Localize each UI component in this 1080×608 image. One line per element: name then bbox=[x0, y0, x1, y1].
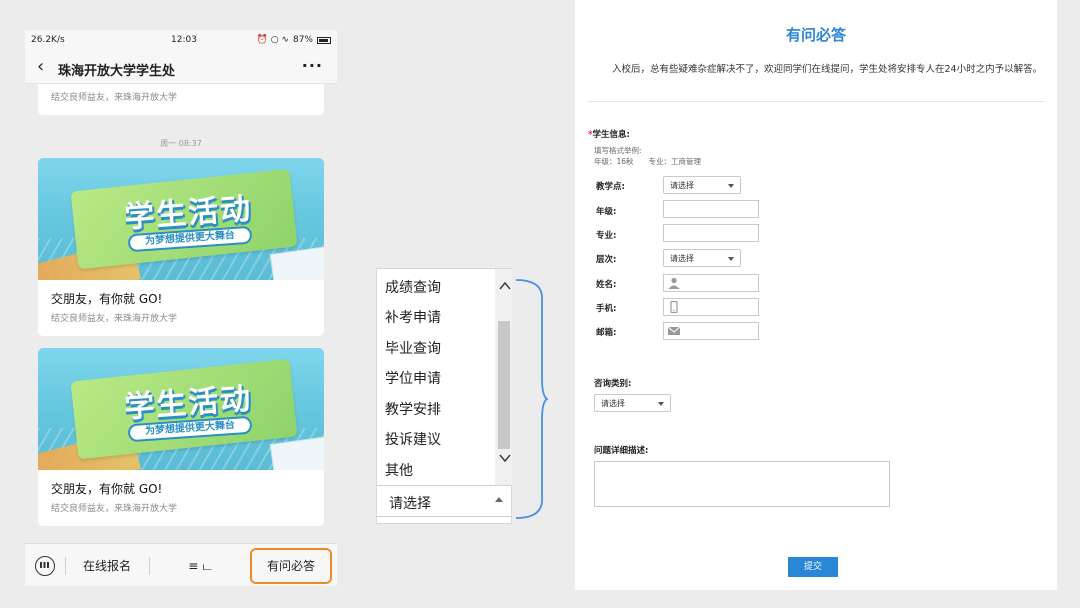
grade-input[interactable] bbox=[663, 200, 759, 218]
dropdown-option[interactable]: 其他 bbox=[385, 460, 413, 480]
category-label: 咨询类别: bbox=[594, 379, 632, 389]
bracket-connector bbox=[515, 279, 548, 519]
article-banner-image: 学生活动 为梦想提供更大舞台 bbox=[38, 348, 324, 470]
bottom-menu-bar: 在线报名 ≡ ட 有问必答 bbox=[25, 543, 337, 586]
format-hint: 填写格式举例: bbox=[594, 146, 642, 155]
dropdown-option[interactable]: 投诉建议 bbox=[385, 429, 441, 449]
status-time: 12:03 bbox=[171, 35, 197, 45]
name-label: 姓名: bbox=[596, 280, 617, 290]
campus-select[interactable]: 请选择 bbox=[663, 176, 741, 194]
category-select[interactable]: 请选择 bbox=[594, 394, 671, 412]
status-icons: ⏰ ○ ∿ bbox=[256, 35, 289, 45]
dropdown-selected-value: 请选择 bbox=[389, 496, 431, 512]
menu-list-icon[interactable]: ≡ ட bbox=[155, 554, 245, 578]
faq-form-panel: 有问必答 入校后，总有些疑难杂症解决不了，欢迎同学们在线提问，学生处将安排专人在… bbox=[575, 0, 1057, 590]
detail-textarea[interactable] bbox=[594, 461, 890, 507]
article-banner-image: 学生活动 为梦想提供更大舞台 bbox=[38, 158, 324, 280]
dropdown-option[interactable]: 成绩查询 bbox=[385, 277, 441, 297]
major-label: 专业: bbox=[596, 231, 617, 241]
detail-label: 问题详细描述: bbox=[594, 446, 649, 456]
message-timestamp: 周一 08:37 bbox=[160, 139, 202, 148]
battery-icon bbox=[317, 36, 331, 44]
divider bbox=[588, 101, 1045, 102]
dropdown-option[interactable]: 学位申请 bbox=[385, 368, 441, 388]
student-info-label: *学生信息: bbox=[588, 130, 630, 140]
article-title: 交朋友，有你就 GO! bbox=[51, 482, 163, 496]
menu-faq[interactable]: 有问必答 bbox=[250, 548, 332, 584]
grade-label: 年级: bbox=[596, 207, 617, 217]
mobile-icon bbox=[670, 301, 678, 313]
scroll-up-icon[interactable] bbox=[498, 279, 512, 293]
back-icon[interactable]: ‹ bbox=[37, 56, 44, 77]
article-card[interactable]: 学生活动 为梦想提供更大舞台 交朋友，有你就 GO! 结交良师益友，来珠海开放大… bbox=[38, 158, 324, 336]
article-title: 交朋友，有你就 GO! bbox=[51, 292, 163, 306]
email-label: 邮箱: bbox=[596, 328, 617, 338]
phone-input[interactable] bbox=[663, 298, 759, 316]
dropdown-scrollbar[interactable] bbox=[495, 269, 512, 485]
article-subtitle: 结交良师益友，来珠海开放大学 bbox=[51, 314, 178, 324]
article-subtitle: 结交良师益友，来珠海开放大学 bbox=[51, 504, 178, 514]
dropdown-option[interactable]: 毕业查询 bbox=[385, 338, 441, 358]
caret-down-icon bbox=[658, 402, 664, 406]
user-icon bbox=[668, 277, 680, 289]
menu-online-signup[interactable]: 在线报名 bbox=[71, 554, 143, 578]
phone-screenshot: 26.2K/s 12:03 ⏰ ○ ∿ 87% ‹ 珠海开放大学学生处 ··· … bbox=[25, 30, 337, 586]
phone-label: 手机: bbox=[596, 304, 617, 314]
app-header: ‹ 珠海开放大学学生处 ··· bbox=[25, 52, 337, 84]
format-example: 年级：16秋 专业：工商管理 bbox=[594, 157, 702, 166]
campus-label: 教学点: bbox=[596, 182, 625, 192]
dropdown-option[interactable]: 补考申请 bbox=[385, 307, 441, 327]
caret-down-icon bbox=[728, 184, 734, 188]
more-icon[interactable]: ··· bbox=[302, 56, 323, 75]
caret-up-icon bbox=[495, 497, 503, 502]
status-bar: 26.2K/s 12:03 ⏰ ○ ∿ 87% bbox=[25, 30, 337, 52]
major-input[interactable] bbox=[663, 224, 759, 242]
email-input[interactable] bbox=[663, 322, 759, 340]
account-title: 珠海开放大学学生处 bbox=[58, 64, 176, 79]
scroll-down-icon[interactable] bbox=[498, 451, 512, 465]
article-card-partial[interactable]: 结交良师益友，来珠海开放大学 bbox=[38, 84, 324, 115]
caret-down-icon bbox=[728, 257, 734, 261]
scrollbar-thumb[interactable] bbox=[498, 321, 510, 449]
dropdown-select[interactable]: 请选择 bbox=[377, 485, 511, 517]
category-dropdown-list: 成绩查询 补考申请 毕业查询 学位申请 教学安排 投诉建议 其他 请选择 bbox=[376, 268, 512, 524]
keyboard-icon[interactable] bbox=[35, 556, 55, 576]
submit-button[interactable]: 提交 bbox=[788, 557, 838, 577]
dropdown-option[interactable]: 教学安排 bbox=[385, 399, 441, 419]
level-label: 层次: bbox=[596, 255, 617, 265]
article-subtitle: 结交良师益友，来珠海开放大学 bbox=[51, 93, 178, 103]
level-select[interactable]: 请选择 bbox=[663, 249, 741, 267]
mail-icon bbox=[667, 326, 681, 335]
form-title: 有问必答 bbox=[785, 26, 846, 44]
article-card[interactable]: 学生活动 为梦想提供更大舞台 交朋友，有你就 GO! 结交良师益友，来珠海开放大… bbox=[38, 348, 324, 526]
form-intro: 入校后，总有些疑难杂症解决不了，欢迎同学们在线提问，学生处将安排专人在24小时之… bbox=[612, 64, 1043, 75]
network-speed: 26.2K/s bbox=[31, 35, 65, 45]
name-input[interactable] bbox=[663, 274, 759, 292]
battery-percent: 87% bbox=[292, 35, 313, 45]
